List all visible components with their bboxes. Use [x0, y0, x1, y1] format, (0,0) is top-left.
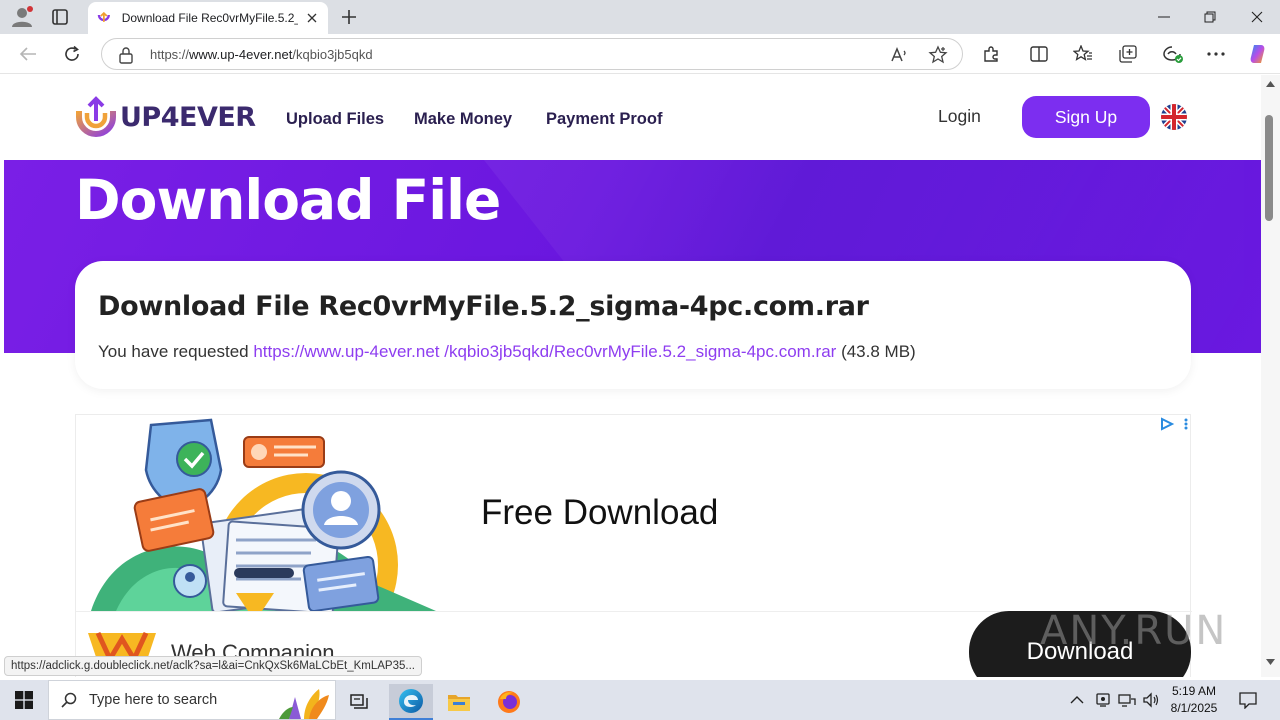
back-icon[interactable]: [16, 42, 40, 66]
read-aloud-icon[interactable]: [889, 45, 909, 65]
ad-illustration[interactable]: [76, 415, 451, 611]
defender-tray-icon[interactable]: [1095, 680, 1111, 720]
collections-icon[interactable]: [1116, 42, 1140, 66]
url-scheme: https://: [150, 47, 190, 62]
search-icon: [61, 692, 77, 708]
up4ever-logo-icon: [76, 96, 116, 137]
scroll-down-icon[interactable]: [1266, 659, 1275, 665]
favorite-star-icon[interactable]: [928, 45, 948, 65]
nav-make-money[interactable]: Make Money: [414, 110, 512, 129]
tab-close-icon[interactable]: [304, 10, 320, 26]
network-icon[interactable]: [1118, 680, 1136, 720]
hero-title: Download File: [75, 168, 501, 232]
windows-logo-icon: [15, 691, 33, 709]
extensions-icon[interactable]: [979, 42, 1003, 66]
lock-icon[interactable]: [118, 46, 134, 64]
link-status-bar: https://adclick.g.doubleclick.net/aclk?s…: [4, 656, 422, 676]
clock-date: 8/1/2025: [1170, 701, 1218, 715]
taskbar-clock[interactable]: 5:19 AM 8/1/2025: [1164, 683, 1224, 717]
refresh-icon[interactable]: [60, 42, 84, 66]
file-info-card: Download File Rec0vrMyFile.5.2_sigma-4pc…: [75, 261, 1191, 389]
adchoices-icon[interactable]: [1159, 417, 1191, 431]
page-scrollbar[interactable]: [1261, 75, 1280, 677]
logo-text: UP4EVER: [120, 101, 256, 133]
more-menu-icon[interactable]: [1204, 42, 1228, 66]
new-tab-icon[interactable]: [338, 6, 360, 28]
file-explorer-icon[interactable]: [437, 684, 481, 720]
file-heading: Download File Rec0vrMyFile.5.2_sigma-4pc…: [98, 291, 869, 322]
profile-icon[interactable]: [10, 6, 34, 28]
site-logo[interactable]: UP4EVER: [74, 95, 256, 139]
tab-title: Download File Rec0vrMyFile.5.2_sigma-4pc…: [121, 11, 299, 25]
nav-payment-proof[interactable]: Payment Proof: [546, 110, 662, 129]
address-bar[interactable]: https://www.up-4ever.net/kqbio3jb5qkd: [101, 38, 963, 70]
url-path: /kqbio3jb5qkd: [292, 47, 373, 62]
task-view-icon[interactable]: [338, 684, 382, 720]
web-page: UP4EVER Upload Files Make Money Payment …: [4, 75, 1261, 677]
browser-toolbar: https://www.up-4ever.net/kqbio3jb5qkd: [0, 34, 1280, 74]
restore-icon[interactable]: [1187, 0, 1233, 34]
volume-icon[interactable]: [1142, 680, 1160, 720]
clock-time: 5:19 AM: [1171, 684, 1217, 698]
ad-headline[interactable]: Free Download: [481, 493, 718, 533]
file-size: (43.8 MB): [841, 342, 916, 361]
browser-tab-bar: Download File Rec0vrMyFile.5.2_sigma-4pc…: [0, 0, 1280, 34]
favorites-icon[interactable]: [1071, 42, 1095, 66]
search-highlight-icon: [279, 689, 329, 719]
advertisement[interactable]: Free Download Web Companion Download: [75, 414, 1192, 677]
browser-essentials-icon[interactable]: [1161, 42, 1185, 66]
split-screen-icon[interactable]: [1027, 42, 1051, 66]
notifications-icon[interactable]: [1238, 680, 1258, 720]
requested-prefix: You have requested: [98, 342, 249, 361]
anyrun-watermark: ANY.RUN: [1040, 608, 1228, 654]
file-link[interactable]: https://www.up-4ever.net /kqbio3jb5qkd/R…: [253, 342, 836, 361]
scroll-thumb[interactable]: [1265, 115, 1273, 221]
copilot-icon[interactable]: [1246, 42, 1270, 66]
start-button[interactable]: [0, 680, 48, 720]
taskbar-search[interactable]: Type here to search: [48, 680, 336, 720]
login-link[interactable]: Login: [938, 106, 981, 127]
search-placeholder: Type here to search: [89, 692, 218, 708]
active-tab[interactable]: Download File Rec0vrMyFile.5.2_sigma-4pc…: [88, 2, 328, 34]
url-text[interactable]: https://www.up-4ever.net/kqbio3jb5qkd: [150, 47, 373, 62]
site-header: UP4EVER Upload Files Make Money Payment …: [4, 75, 1261, 160]
nav-upload-files[interactable]: Upload Files: [286, 110, 384, 129]
minimize-icon[interactable]: [1141, 0, 1187, 34]
edge-taskbar-icon[interactable]: [389, 684, 433, 720]
tab-actions-icon[interactable]: [50, 7, 70, 27]
requested-line: You have requested https://www.up-4ever.…: [98, 342, 916, 362]
scroll-up-icon[interactable]: [1266, 81, 1275, 87]
sign-up-button[interactable]: Sign Up: [1022, 96, 1150, 138]
close-window-icon[interactable]: [1234, 0, 1280, 34]
uk-flag-icon[interactable]: [1161, 104, 1187, 130]
url-host: www.up-4ever.net: [189, 47, 293, 62]
up4ever-favicon-icon: [97, 11, 110, 22]
firefox-icon[interactable]: [487, 684, 531, 720]
windows-taskbar: Type here to search 5:19 AM 8/1/2025: [0, 680, 1280, 720]
show-hidden-icons[interactable]: [1070, 680, 1084, 720]
